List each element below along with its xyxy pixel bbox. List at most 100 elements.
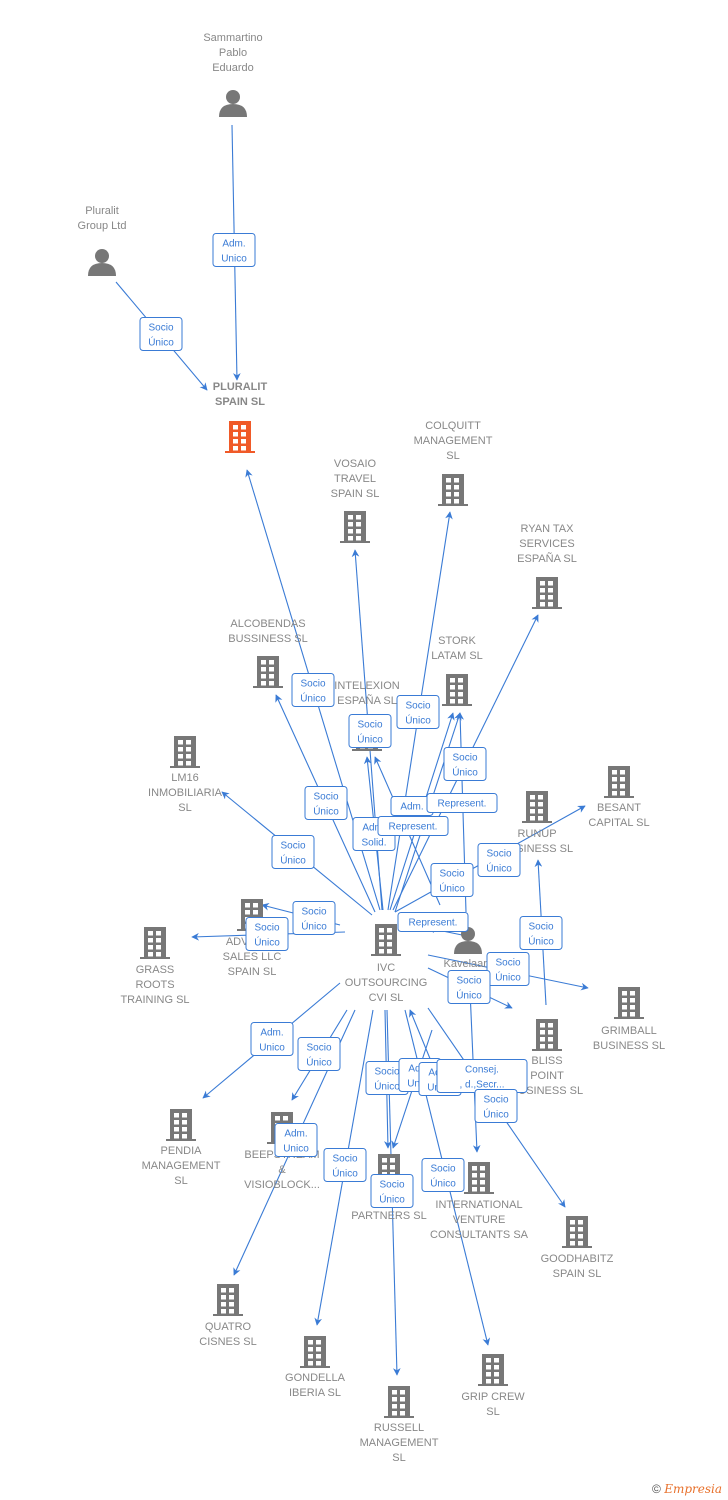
node-label: INMOBILIARIA xyxy=(148,787,223,799)
node-ryan-tax[interactable]: RYAN TAX SERVICES ESPAÑA SL xyxy=(517,523,577,609)
building-icon[interactable] xyxy=(614,987,644,1019)
building-icon[interactable] xyxy=(253,656,283,688)
node-pluralit-spain[interactable]: PLURALIT SPAIN SL xyxy=(213,381,268,453)
building-icon[interactable] xyxy=(464,1162,494,1194)
node-label: SL xyxy=(174,1175,187,1187)
edge-label-ivc-to-advance[interactable]: Socio Único xyxy=(292,901,336,935)
node-label: GRASS xyxy=(136,964,175,976)
edge-label-pluralit-group-to-pluralit-spain[interactable]: Socio Único xyxy=(139,317,183,351)
node-grass-roots[interactable]: GRASS ROOTS TRAINING SL xyxy=(120,927,190,1006)
node-label: TRAVEL xyxy=(334,473,376,485)
node-label: Pablo xyxy=(219,47,247,59)
building-icon[interactable] xyxy=(213,1284,243,1316)
person-icon[interactable] xyxy=(88,249,116,276)
building-icon[interactable] xyxy=(225,421,255,453)
edge-label-ivc-to-bliss[interactable]: Socio Único xyxy=(447,970,491,1004)
building-icon[interactable] xyxy=(604,766,634,798)
building-icon[interactable] xyxy=(562,1216,592,1248)
edge-label-ivc-to-grass-roots[interactable]: Socio Único xyxy=(245,917,289,951)
edge-label-text: Único xyxy=(148,336,174,349)
edge-label-ivc-to-beepstream[interactable]: Socio Único xyxy=(297,1037,341,1071)
building-icon[interactable] xyxy=(300,1336,330,1368)
edge-label-kavelaars-to-international[interactable]: Consej. , d.,Secr... xyxy=(436,1059,528,1093)
brand-logo[interactable]: Empresia xyxy=(664,1482,722,1496)
edge-label-text: Único xyxy=(300,692,326,705)
edge-label-ivc-to-gondella[interactable]: Socio Único xyxy=(323,1148,367,1182)
node-label: VENTURE xyxy=(453,1214,506,1226)
edge-label-ivc-to-grimball[interactable]: Socio Único xyxy=(486,952,530,986)
building-icon[interactable] xyxy=(532,577,562,609)
edge-label-text: Adm. xyxy=(284,1129,307,1140)
node-label: SALES LLC xyxy=(223,951,282,963)
building-icon[interactable] xyxy=(532,1019,562,1051)
edge-label-ivc-to-pluralit-spain[interactable]: Socio Único xyxy=(291,673,335,707)
edge-label-ivc-to-ryan-tax[interactable]: Socio Único xyxy=(443,747,487,781)
edge-label-ivc-to-quatro[interactable]: Adm. Unico xyxy=(274,1123,318,1157)
edge-label-ivc-to-russell[interactable]: Socio Único xyxy=(370,1174,414,1208)
building-icon[interactable] xyxy=(340,511,370,543)
edge-label-text: Único xyxy=(280,854,306,867)
edge-label-ivc-to-vosaio[interactable]: Socio Único xyxy=(348,714,392,748)
edge-label-text: Socio xyxy=(528,922,553,933)
node-pluralit-group[interactable]: Pluralit Group Ltd xyxy=(78,205,127,276)
building-icon[interactable] xyxy=(166,1109,196,1141)
node-lm16[interactable]: LM16 INMOBILIARIA SL xyxy=(148,736,223,814)
edge-label-text: Socio xyxy=(332,1154,357,1165)
node-vosaio[interactable]: VOSAIO TRAVEL SPAIN SL xyxy=(331,458,380,543)
edge-label-kavelaars-to-ivc[interactable]: Represent. xyxy=(397,912,469,932)
edge-label-ivc-to-runup[interactable]: Socio Único xyxy=(519,916,563,950)
edge-label-ivc-to-alcobendas[interactable]: Socio Único xyxy=(304,786,348,820)
node-stork[interactable]: STORK LATAM SL xyxy=(431,635,483,706)
edge-label-ivc-to-besant[interactable]: Socio Único xyxy=(477,843,521,877)
edge-label-text: Consej. xyxy=(465,1065,499,1076)
building-icon[interactable] xyxy=(522,791,552,823)
building-icon[interactable] xyxy=(170,736,200,768)
edge-label-ivc-to-goodhabitz[interactable]: Socio Único xyxy=(474,1089,518,1123)
edge-label-text: Socio xyxy=(430,1164,455,1175)
node-label: BUSSINESS SL xyxy=(228,633,307,645)
node-label: TRAINING SL xyxy=(120,994,189,1006)
edge-label-ivc-to-pendia[interactable]: Adm. Unico xyxy=(250,1022,294,1056)
node-quatro[interactable]: QUATRO CISNES SL xyxy=(199,1284,257,1348)
network-diagram: Sammartino Pablo Eduardo Pluralit Group Ltd P… xyxy=(0,0,728,1500)
node-label: MANAGEMENT xyxy=(360,1437,439,1449)
node-label: COLQUITT xyxy=(425,420,481,432)
edge-label-kavelaars-to-intelexion[interactable]: Represent. xyxy=(377,816,449,836)
edge-label-ivc-to-grip-crew[interactable]: Socio Único xyxy=(421,1158,465,1192)
node-label: IVC xyxy=(377,962,395,974)
edge-label-ivc-to-colquitt[interactable]: Socio Único xyxy=(396,695,440,729)
edge-label-text: Único xyxy=(439,882,465,895)
node-label: SPAIN SL xyxy=(215,396,265,408)
node-label: BLISS xyxy=(531,1055,562,1067)
edge-label-ivc-to-lm16[interactable]: Socio Único xyxy=(271,835,315,869)
edge-label-kavelaars-to-stork[interactable]: Represent. xyxy=(426,793,498,813)
edge-label-text: Socio xyxy=(254,923,279,934)
building-icon[interactable] xyxy=(442,674,472,706)
node-label: OUTSOURCING xyxy=(345,977,428,989)
node-sammartino[interactable]: Sammartino Pablo Eduardo xyxy=(203,32,263,117)
node-gondella[interactable]: GONDELLA IBERIA SL xyxy=(285,1336,346,1399)
edge-label-text: Socio xyxy=(313,792,338,803)
node-besant[interactable]: BESANT CAPITAL SL xyxy=(588,766,650,829)
node-goodhabitz[interactable]: GOODHABITZ SPAIN SL xyxy=(541,1216,614,1280)
node-pendia[interactable]: PENDIA MANAGEMENT SL xyxy=(142,1109,221,1187)
node-grimball[interactable]: GRIMBALL BUSINESS SL xyxy=(593,987,665,1052)
building-icon[interactable] xyxy=(478,1354,508,1386)
edge-label-text: Único xyxy=(456,989,482,1002)
building-icon[interactable] xyxy=(371,924,401,956)
edge-label-text: Socio xyxy=(306,1043,331,1054)
node-label: BESANT xyxy=(597,802,641,814)
edge-label-sammartino-to-pluralit-spain[interactable]: Adm. Unico xyxy=(212,233,256,267)
node-ivc[interactable]: IVC OUTSOURCING CVI SL xyxy=(345,924,428,1004)
node-label: ESPAÑA SL xyxy=(337,694,397,707)
node-colquitt[interactable]: COLQUITT MANAGEMENT SL xyxy=(414,420,493,506)
building-icon[interactable] xyxy=(384,1386,414,1418)
building-icon[interactable] xyxy=(140,927,170,959)
building-icon[interactable] xyxy=(438,474,468,506)
person-icon[interactable] xyxy=(219,90,247,117)
edge-label-text: Único xyxy=(452,766,478,779)
node-grip-crew[interactable]: GRIP CREW SL xyxy=(461,1354,525,1418)
node-russell[interactable]: RUSSELL MANAGEMENT SL xyxy=(360,1386,439,1464)
edge-label-ivc-to-stork[interactable]: Socio Único xyxy=(430,863,474,897)
edge-label-text: Unico xyxy=(259,1043,285,1054)
